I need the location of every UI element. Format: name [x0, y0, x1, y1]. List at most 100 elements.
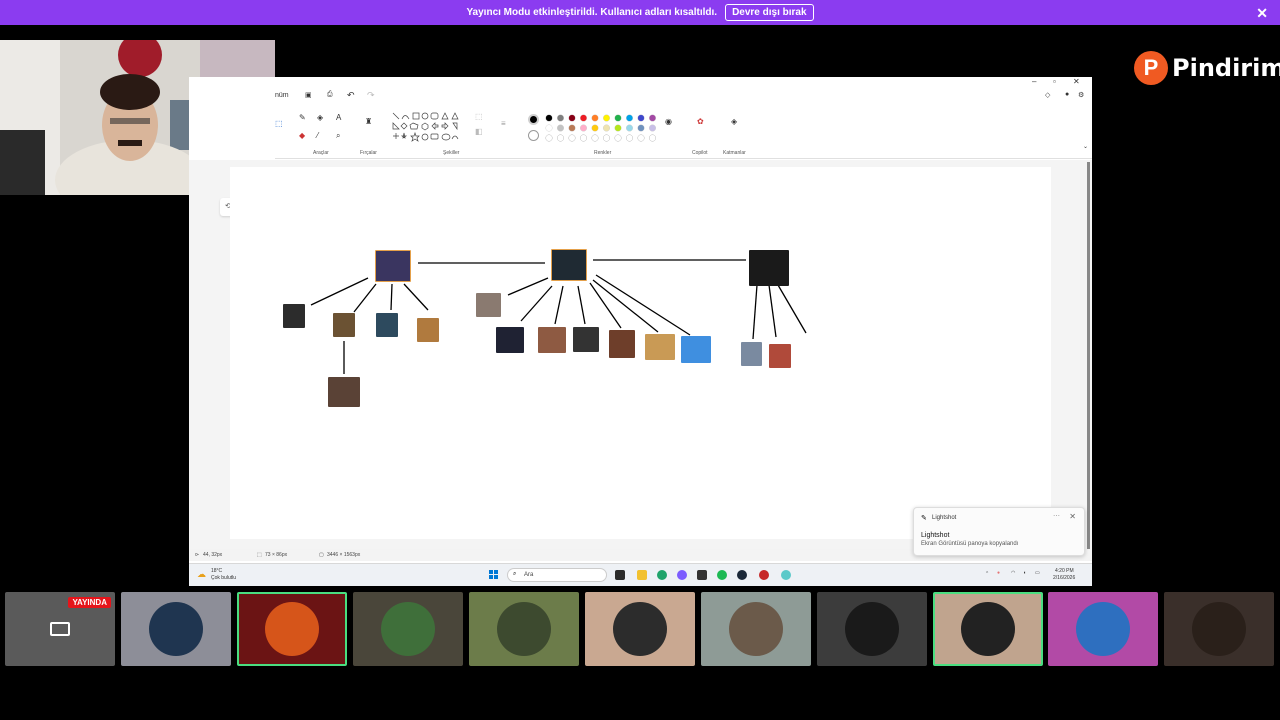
- selection-tool-icon[interactable]: ⬚: [275, 119, 283, 128]
- custom-color-slot[interactable]: [648, 134, 657, 142]
- lightshot-toast[interactable]: ✎ Lightshot ⋯ ✕ Lightshot Ekran Görüntüs…: [913, 507, 1085, 556]
- copilot-icon[interactable]: ✿: [697, 117, 704, 126]
- fill-icon[interactable]: ◈: [317, 113, 323, 122]
- obs-icon[interactable]: [759, 570, 769, 580]
- battery-icon[interactable]: ▭: [1035, 570, 1040, 576]
- canvas-scrollbar[interactable]: [1087, 162, 1090, 552]
- palette-swatch[interactable]: [545, 124, 553, 132]
- pencil-icon[interactable]: ✎: [299, 113, 306, 122]
- app-icon[interactable]: [781, 570, 791, 580]
- clock-date[interactable]: 2/16/2026: [1053, 575, 1075, 581]
- steam-icon[interactable]: [737, 570, 747, 580]
- toast-close-icon[interactable]: ✕: [1069, 512, 1076, 521]
- volume-icon[interactable]: ◖: [1023, 570, 1026, 576]
- weather-icon[interactable]: ☁: [197, 569, 206, 580]
- palette-swatch[interactable]: [591, 114, 599, 122]
- brush-icon[interactable]: ♜: [365, 117, 372, 126]
- palette-swatch[interactable]: [625, 124, 633, 132]
- custom-color-slot[interactable]: [614, 134, 622, 142]
- discord-icon[interactable]: [677, 570, 687, 580]
- participant-tile[interactable]: [237, 592, 347, 666]
- undo-icon[interactable]: ↶: [347, 90, 355, 101]
- color-1-swatch[interactable]: [528, 114, 539, 125]
- text-icon[interactable]: A: [336, 113, 341, 122]
- custom-color-slot[interactable]: [579, 134, 588, 142]
- layers-icon[interactable]: ◈: [731, 117, 737, 126]
- minimize-icon[interactable]: –: [1032, 77, 1036, 86]
- save-icon[interactable]: ▣: [305, 91, 312, 99]
- participant-tile[interactable]: YAYINDA: [5, 592, 115, 666]
- participant-tile[interactable]: [817, 592, 927, 666]
- share-icon[interactable]: ⎙: [327, 91, 333, 99]
- tray-chevron-icon[interactable]: ⌃: [985, 571, 989, 577]
- color-palette[interactable]: [543, 113, 663, 143]
- account-icon[interactable]: ●: [1065, 91, 1069, 98]
- custom-color-slot[interactable]: [602, 134, 611, 142]
- magnifier-icon[interactable]: ⌕: [336, 131, 340, 141]
- palette-swatch[interactable]: [625, 114, 633, 122]
- edge-icon[interactable]: [657, 570, 667, 580]
- more-icon[interactable]: ⋯: [1053, 512, 1060, 520]
- custom-color-slot[interactable]: [545, 134, 553, 142]
- palette-swatch[interactable]: [580, 124, 588, 132]
- color-picker-icon[interactable]: ⁄: [317, 131, 318, 140]
- palette-swatch[interactable]: [545, 114, 553, 122]
- custom-color-slot[interactable]: [591, 134, 599, 142]
- participant-tile[interactable]: [1164, 592, 1274, 666]
- palette-swatch[interactable]: [591, 124, 599, 132]
- outline-icon[interactable]: ⬚: [475, 112, 483, 121]
- participant-tile[interactable]: [585, 592, 695, 666]
- participant-tile[interactable]: [121, 592, 231, 666]
- clock-time[interactable]: 4:20 PM: [1055, 568, 1074, 574]
- taskbar-search[interactable]: ⌕ Ara: [507, 568, 607, 582]
- notes-icon[interactable]: ◇: [1045, 91, 1050, 99]
- palette-swatch[interactable]: [648, 124, 656, 132]
- network-icon[interactable]: ◠: [1011, 570, 1015, 576]
- palette-swatch[interactable]: [648, 114, 656, 122]
- menu-tab-view[interactable]: nüm: [275, 92, 289, 99]
- settings-icon[interactable]: ⚙: [1078, 91, 1084, 99]
- close-window-icon[interactable]: ✕: [1073, 77, 1080, 86]
- close-icon[interactable]: ✕: [1256, 5, 1268, 22]
- palette-swatch[interactable]: [556, 114, 564, 122]
- palette-swatch[interactable]: [637, 114, 645, 122]
- eraser-icon[interactable]: ◆: [299, 131, 305, 140]
- avatar: [149, 602, 203, 656]
- palette-swatch[interactable]: [580, 114, 588, 122]
- palette-swatch[interactable]: [603, 124, 611, 132]
- tray-app-icon[interactable]: ●: [997, 570, 1000, 576]
- shape-fill-icon[interactable]: ◧: [475, 127, 483, 136]
- edit-colors-icon[interactable]: ◉: [665, 117, 672, 126]
- start-icon[interactable]: [489, 570, 498, 579]
- disable-streamer-mode-button[interactable]: Devre dışı bırak: [725, 4, 814, 21]
- palette-swatch[interactable]: [603, 114, 611, 122]
- participant-tile[interactable]: [933, 592, 1043, 666]
- palette-swatch[interactable]: [614, 124, 622, 132]
- maximize-icon[interactable]: ▫: [1053, 77, 1056, 86]
- terminal-icon[interactable]: [697, 570, 707, 580]
- palette-swatch[interactable]: [568, 124, 576, 132]
- collapse-ribbon-icon[interactable]: ⌄: [1083, 143, 1088, 150]
- custom-color-slot[interactable]: [625, 134, 634, 142]
- shapes-gallery[interactable]: [391, 111, 463, 147]
- participant-tile[interactable]: [1048, 592, 1158, 666]
- redo-icon[interactable]: ↷: [367, 90, 375, 101]
- custom-color-slot[interactable]: [568, 134, 576, 142]
- drawing-canvas[interactable]: [230, 167, 1051, 539]
- palette-swatch[interactable]: [556, 124, 564, 132]
- file-explorer-icon[interactable]: [637, 570, 647, 580]
- windows-taskbar: ☁ 18°C Çok bulutlu ⌕ Ara ⌃ ● ◠ ◖ ▭ 4:20 …: [189, 563, 1092, 586]
- participant-tile[interactable]: [469, 592, 579, 666]
- custom-color-slot[interactable]: [637, 134, 645, 142]
- size-icon[interactable]: ≡: [501, 119, 506, 128]
- custom-color-slot[interactable]: [556, 134, 565, 142]
- palette-swatch[interactable]: [637, 124, 645, 132]
- palette-swatch[interactable]: [568, 114, 576, 122]
- participant-tile[interactable]: [353, 592, 463, 666]
- participant-tile[interactable]: [701, 592, 811, 666]
- color-2-swatch[interactable]: [528, 130, 539, 141]
- task-view-icon[interactable]: [615, 570, 625, 580]
- spotify-icon[interactable]: [717, 570, 727, 580]
- canvas-size-icon: ▢: [319, 552, 324, 558]
- palette-swatch[interactable]: [614, 114, 622, 122]
